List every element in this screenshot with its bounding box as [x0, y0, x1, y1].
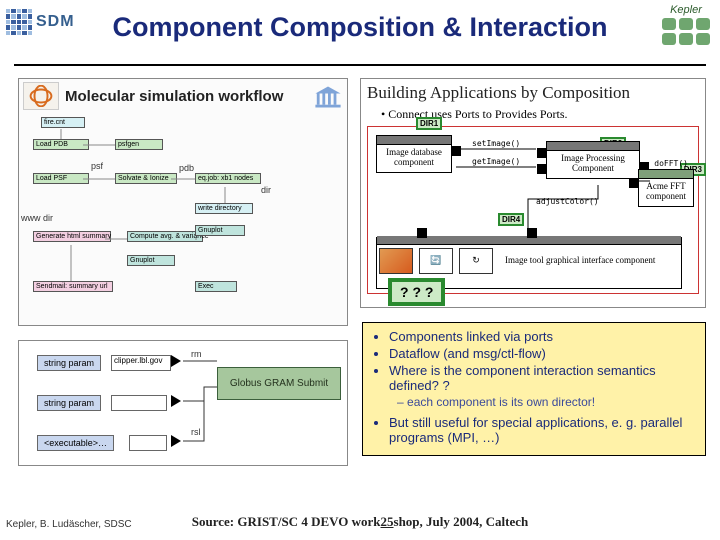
figure-mol-title: Molecular simulation workflow	[65, 88, 283, 105]
port-dofft: doFFT()	[654, 159, 688, 168]
box-solvate: Solvate & Ionize	[115, 173, 177, 184]
notes-b2: Dataflow (and msg/ctl-flow)	[389, 346, 697, 361]
box-loadpsf: Load PSF	[33, 173, 89, 184]
header-rule	[14, 64, 706, 66]
figure-molecular-workflow: Molecular simulation workflow fire.cnt L…	[18, 78, 348, 326]
figure-composition: Building Applications by Composition • C…	[360, 78, 706, 308]
box-genhtml: Generate html summary	[33, 231, 111, 242]
kepler-logo: Kepler	[662, 4, 710, 45]
value-host: clipper.lbl.gov	[111, 355, 171, 371]
port-getimage: getImage()	[472, 157, 520, 166]
question-marks: ? ? ?	[388, 278, 445, 306]
sdm-logo-text: SDM	[36, 13, 75, 31]
notes-b3s: each component is its own director!	[371, 395, 697, 409]
box-sendmail: Sendmail: summary url	[33, 281, 113, 292]
comp-acme-fft: Acme FFT component	[638, 169, 694, 207]
footer-source: Source: GRIST/SC 4 DEVO work25shop, July…	[0, 514, 720, 530]
box-firecnt: fire.cnt	[41, 117, 85, 128]
lbl-rsl: rsl	[191, 427, 201, 437]
figure-globus: string param clipper.lbl.gov string para…	[18, 340, 348, 466]
value-exec	[129, 435, 167, 451]
dir4: DIR4	[498, 213, 524, 226]
sdm-logo: SDM	[6, 4, 86, 40]
composition-canvas: DIR1 DIR2 DIR3 DIR4 Image database compo…	[367, 126, 699, 294]
edge-wwwdir: www dir	[21, 213, 53, 223]
comp-image-proc: Image Processing Component	[546, 141, 640, 179]
lbl-rm: rm	[191, 349, 202, 359]
slide: SDM Kepler Component Composition & Inter…	[0, 0, 720, 540]
param-3: <executable>…	[37, 435, 114, 451]
temple-icon	[313, 83, 343, 109]
notes-b1: Components linked via ports	[389, 329, 697, 344]
edge-pdb: pdb	[179, 163, 194, 173]
box-gnuplot: Gnuplot	[195, 225, 245, 236]
box-psfgen: psfgen	[115, 139, 163, 150]
sdm-logo-grid	[6, 9, 32, 35]
edge-psf: psf	[91, 161, 103, 171]
box-writedir: write directory	[195, 203, 253, 214]
value-blank	[111, 395, 167, 411]
slide-title: Component Composition & Interaction	[0, 6, 720, 43]
header: SDM Kepler Component Composition & Inter…	[0, 0, 720, 68]
footer-page-number: 25	[381, 514, 394, 529]
box-eqjob: eq.job: xb1 nodes	[195, 173, 261, 184]
dir1: DIR1	[416, 117, 442, 130]
notes-b4: But still useful for special application…	[389, 415, 697, 445]
notes-b3: Where is the component interaction seman…	[389, 363, 697, 393]
param-1: string param	[37, 355, 101, 371]
kepler-logo-text: Kepler	[670, 4, 702, 16]
figure-comp-title: Building Applications by Composition	[367, 83, 699, 103]
box-exec: Exec	[195, 281, 237, 292]
globus-gram: Globus GRAM Submit	[217, 367, 341, 400]
notes-box: Components linked via ports Dataflow (an…	[362, 322, 706, 456]
param-2: string param	[37, 395, 101, 411]
helix-logo-icon	[23, 82, 59, 110]
edge-dir: dir	[261, 185, 271, 195]
port-setimage: setImage()	[472, 139, 520, 148]
comp-image-db: Image database component	[376, 135, 452, 173]
box-loadpdb: Load PDB	[33, 139, 89, 150]
port-adjustcolor: adjustColor()	[536, 197, 599, 206]
box-compavg: Compute avg. & variance	[127, 231, 203, 242]
box-gnuplot2: Gnuplot	[127, 255, 175, 266]
